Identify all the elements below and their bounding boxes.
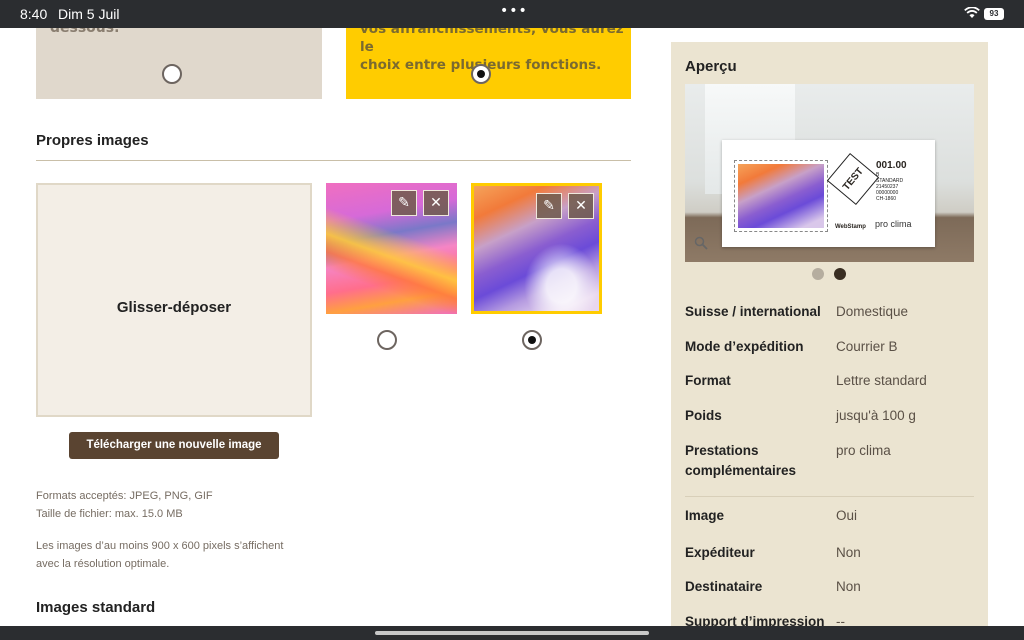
image-thumbnail-selected[interactable]: ✎ ✕ bbox=[471, 183, 602, 314]
stamp-line: CH-1860 bbox=[876, 196, 897, 202]
image-thumbnail[interactable]: ✎ ✕ bbox=[326, 183, 457, 314]
delete-icon[interactable]: ✕ bbox=[568, 193, 594, 219]
summary-value: Domestique bbox=[836, 304, 909, 319]
wifi-icon bbox=[964, 7, 980, 18]
preview-title: Aperçu bbox=[685, 58, 737, 75]
summary-value: Lettre standard bbox=[836, 373, 927, 388]
zoom-icon[interactable] bbox=[694, 236, 708, 250]
summary-value: jusqu'à 100 g bbox=[836, 408, 916, 423]
summary-label: Format bbox=[685, 373, 731, 388]
summary-label: Expéditeur bbox=[685, 545, 755, 560]
summary-label: Suisse / international bbox=[685, 304, 821, 319]
option-card-text: vos affranchissements, vous aurez le cho… bbox=[360, 28, 631, 74]
summary-divider bbox=[685, 496, 974, 497]
section-title-own-images: Propres images bbox=[36, 132, 149, 149]
carousel-dot-2[interactable] bbox=[834, 268, 846, 280]
carousel-dot-1[interactable] bbox=[812, 268, 824, 280]
image-radio-1[interactable] bbox=[377, 330, 397, 350]
resolution-info: Les images d’au moins 900 x 600 pixels s… bbox=[36, 537, 283, 573]
home-handle[interactable] bbox=[375, 631, 649, 635]
filesize-text: Taille de fichier: max. 15.0 MB bbox=[36, 508, 183, 520]
preview-image[interactable]: TEST 001.00 B STANDARD 21450237 00000000… bbox=[685, 84, 974, 262]
stamp-value: 001.00 bbox=[876, 160, 907, 171]
accepted-formats-info: Formats acceptés: JPEG, PNG, GIF Taille … bbox=[36, 487, 213, 523]
edit-icon[interactable]: ✎ bbox=[536, 193, 562, 219]
preview-panel: Aperçu TEST 001.00 B STANDARD 21450237 0… bbox=[671, 42, 988, 640]
summary-label: Prestations complémentaires bbox=[685, 443, 797, 478]
option-card-text-line1: vos affranchissements, vous aurez le bbox=[360, 28, 624, 55]
upload-image-button[interactable]: Télécharger une nouvelle image bbox=[69, 432, 279, 459]
envelope-preview: TEST 001.00 B STANDARD 21450237 00000000… bbox=[722, 140, 935, 247]
option-card-text-line2: choix entre plusieurs fonctions. bbox=[360, 57, 602, 73]
stamp-test-mark: TEST bbox=[826, 152, 880, 206]
option-card-standard[interactable]: dessous. bbox=[36, 28, 322, 99]
status-time: 8:40 bbox=[20, 6, 48, 22]
battery-icon: 93 bbox=[984, 8, 1004, 20]
more-icon[interactable]: ••• bbox=[500, 3, 528, 19]
summary-value: pro clima bbox=[836, 443, 891, 458]
summary-value: Non bbox=[836, 579, 861, 594]
stamp-details: B STANDARD 21450237 00000000 CH-1860 bbox=[876, 172, 903, 202]
summary-value: Courrier B bbox=[836, 339, 898, 354]
status-bar: 8:40 Dim 5 Juil ••• 93 bbox=[0, 0, 1024, 28]
option-radio-custom[interactable] bbox=[471, 64, 491, 84]
section-divider bbox=[36, 160, 631, 161]
dropzone-label: Glisser-déposer bbox=[116, 299, 232, 316]
stamp-image bbox=[734, 160, 828, 232]
summary-label: Mode d’expédition bbox=[685, 339, 804, 354]
option-card-custom[interactable]: vos affranchissements, vous aurez le cho… bbox=[346, 28, 631, 99]
summary-label: Poids bbox=[685, 408, 722, 423]
formats-text: Formats acceptés: JPEG, PNG, GIF bbox=[36, 490, 213, 502]
summary-value: Non bbox=[836, 545, 861, 560]
proclima-logo: pro clima bbox=[875, 219, 912, 229]
image-dropzone[interactable]: Glisser-déposer bbox=[36, 183, 312, 417]
summary-label: Destinataire bbox=[685, 579, 763, 594]
webstamp-logo: WebStamp bbox=[835, 224, 866, 230]
image-radio-2[interactable] bbox=[522, 330, 542, 350]
option-card-text: dessous. bbox=[50, 28, 120, 36]
status-date: Dim 5 Juil bbox=[58, 6, 120, 22]
resolution-text-line2: avec la résolution optimale. bbox=[36, 558, 170, 570]
summary-value: Oui bbox=[836, 508, 858, 523]
navigation-bar bbox=[0, 626, 1024, 640]
summary-label: Image bbox=[685, 508, 725, 523]
delete-icon[interactable]: ✕ bbox=[423, 190, 449, 216]
edit-icon[interactable]: ✎ bbox=[391, 190, 417, 216]
option-radio-standard[interactable] bbox=[162, 64, 182, 84]
resolution-text-line1: Les images d’au moins 900 x 600 pixels s… bbox=[36, 540, 284, 552]
section-title-standard-images: Images standard bbox=[36, 599, 156, 616]
